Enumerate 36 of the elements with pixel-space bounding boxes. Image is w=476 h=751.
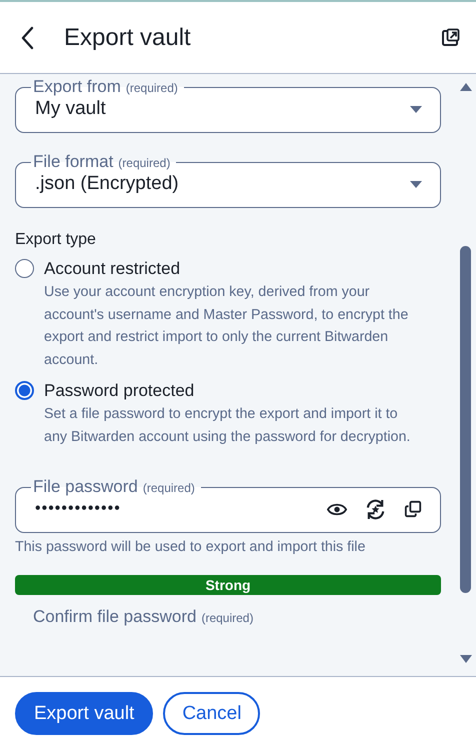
option-label: Password protected (44, 380, 196, 401)
export-button[interactable]: Export vault (15, 692, 154, 735)
scroll-down-arrow-icon[interactable] (460, 655, 472, 663)
required-note: (required) (126, 81, 178, 95)
strength-label: Strong (204, 576, 252, 596)
option-label: Account restricted (44, 258, 182, 279)
scrollbar-thumb[interactable] (460, 246, 471, 593)
field-label: File password (33, 477, 138, 496)
field-label: Confirm file password (33, 607, 196, 626)
radio-button[interactable] (15, 259, 34, 278)
password-value: ••••••••••••• (35, 500, 122, 518)
dropdown-value: .json (Encrypted) (35, 173, 180, 195)
field-label: Export from (33, 77, 121, 96)
password-field[interactable]: File password (required) ••••••••••••• (15, 478, 441, 534)
required-note: (required) (201, 611, 254, 626)
popout-window-icon[interactable] (440, 28, 460, 48)
dropdown-field[interactable]: Export from (required) My vault (15, 78, 441, 133)
field-label: File format (33, 152, 114, 171)
option-description: Use your account encryption key, derived from your account's username and Master Password, to encrypt the export and restrict import to only the current Bitwarden account. (44, 283, 410, 370)
radio-button[interactable] (15, 380, 34, 400)
option-description: Set a file password to encrypt the export and import it to any Bitwarden account using the password for decryption. (44, 404, 412, 447)
copy-icon[interactable] (404, 500, 422, 518)
password-field[interactable]: Confirm file password (required) (15, 608, 441, 664)
caret-icon (410, 180, 422, 188)
caret-icon (410, 106, 422, 112)
scroll-up-arrow-icon[interactable] (460, 83, 472, 91)
required-note: (required) (118, 156, 170, 170)
dropdown-field[interactable]: File format (required) .json (Encrypted) (15, 153, 441, 208)
dropdown-value: My vault (35, 98, 107, 120)
eye-icon[interactable] (327, 502, 347, 516)
field-hint: This password will be used to export and import this file (15, 539, 366, 556)
page-title: Export vault (64, 24, 192, 52)
cancel-button[interactable]: Cancel (163, 692, 260, 735)
section-heading: Export type (15, 231, 97, 249)
required-note: (required) (142, 481, 195, 496)
regenerate-icon[interactable] (365, 498, 386, 520)
